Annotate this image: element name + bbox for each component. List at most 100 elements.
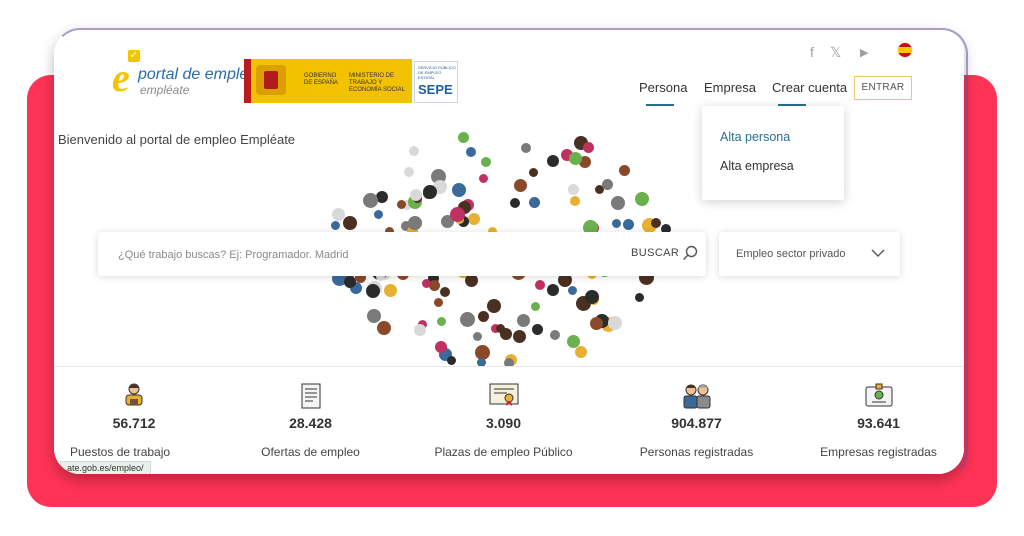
- crowd-person: [451, 183, 466, 198]
- crowd-person: [532, 323, 544, 335]
- x-twitter-icon[interactable]: 𝕏: [830, 44, 841, 61]
- sepe-name: SEPE: [418, 82, 453, 97]
- crowd-person: [480, 157, 491, 168]
- crowd-person: [546, 283, 559, 296]
- crowd-person: [514, 179, 528, 193]
- crowd-person: [549, 330, 560, 341]
- crowd-person: [365, 284, 380, 299]
- logo-letter: e: [112, 55, 130, 100]
- stat-label: Personas registradas: [639, 445, 754, 459]
- crowd-person: [651, 218, 662, 229]
- stat-value: 3.090: [485, 415, 522, 431]
- crowd-person: [495, 324, 505, 334]
- crowd-person: [619, 164, 631, 176]
- people-icon: [683, 384, 710, 409]
- stat-plazas[interactable]: 3.090 Plazas de empleo Público: [407, 367, 601, 474]
- logo-subtitle: empléate: [140, 83, 190, 97]
- crowd-person: [535, 280, 546, 291]
- crowd-person: [622, 218, 634, 230]
- crowd-person: [429, 279, 441, 291]
- crowd-person: [528, 196, 540, 208]
- check-icon: ✓: [128, 50, 140, 62]
- crowd-person: [567, 183, 579, 195]
- crowd-person: [331, 220, 341, 230]
- crowd-person: [512, 330, 526, 344]
- sepe-logo[interactable]: SERVICIO PÚBLICO DE EMPLEO ESTATAL SEPE: [414, 61, 458, 103]
- nav-crear-cuenta[interactable]: Crear cuenta: [772, 80, 847, 95]
- spain-flag-icon[interactable]: [897, 42, 913, 58]
- facebook-icon[interactable]: f: [810, 44, 814, 60]
- crowd-person: [568, 151, 582, 165]
- dropdown-alta-empresa[interactable]: Alta empresa: [720, 159, 794, 173]
- browser-window: ✓ e portal de empleo empléate GOBIERNO D…: [54, 28, 964, 474]
- crowd-person: [373, 209, 383, 219]
- gov-line1: GOBIERNO DE ESPAÑA: [304, 73, 338, 86]
- crowd-person: [409, 146, 420, 157]
- stat-puestos[interactable]: 56.712 Puestos de trabajo: [54, 367, 215, 474]
- crear-cuenta-dropdown: Alta persona Alta empresa: [702, 106, 844, 200]
- crowd-person: [520, 142, 531, 153]
- dropdown-alta-persona[interactable]: Alta persona: [720, 130, 790, 144]
- crowd-person: [362, 193, 378, 209]
- search-button[interactable]: BUSCAR: [631, 247, 679, 259]
- stat-personas[interactable]: 904.877 Personas registradas: [600, 367, 794, 474]
- nav-persona[interactable]: Persona: [639, 80, 687, 95]
- stats-bar: 56.712 Puestos de trabajo 28.428 Ofertas…: [54, 366, 964, 474]
- search-icon[interactable]: [682, 245, 698, 261]
- crowd-person: [404, 167, 415, 178]
- sepe-small-text: SERVICIO PÚBLICO DE EMPLEO ESTATAL: [418, 65, 456, 80]
- crowd-person: [478, 173, 488, 183]
- crowd-person: [436, 316, 446, 326]
- crowd-person: [383, 284, 397, 298]
- crowd-person: [408, 216, 423, 231]
- crowd-person: [574, 345, 587, 358]
- crowd-person: [422, 184, 437, 199]
- logo-title: portal de empleo: [138, 66, 258, 83]
- login-button[interactable]: ENTRAR: [854, 76, 912, 100]
- crowd-person: [585, 289, 600, 304]
- crowd-person: [331, 207, 345, 221]
- search-input[interactable]: [116, 245, 550, 265]
- crowd-person: [447, 356, 457, 366]
- sector-select-value: Empleo sector privado: [736, 248, 846, 260]
- crowd-person: [468, 213, 481, 226]
- crowd-person: [460, 311, 476, 327]
- stat-ofertas[interactable]: 28.428 Ofertas de empleo: [214, 367, 408, 474]
- crowd-person: [530, 301, 540, 311]
- search-bar: BUSCAR: [98, 232, 706, 276]
- gov-stripe: [244, 59, 251, 103]
- crowd-person: [472, 331, 482, 341]
- crowd-person: [583, 142, 595, 154]
- stat-value: 28.428: [289, 415, 332, 431]
- sector-select[interactable]: Empleo sector privado: [719, 232, 900, 276]
- status-url-tooltip: ate.gob.es/empleo/: [60, 461, 151, 474]
- chevron-down-icon: [871, 249, 885, 257]
- crowd-person: [465, 147, 476, 158]
- crowd-person: [457, 131, 469, 143]
- crowd-person: [376, 321, 391, 336]
- crowd-person: [612, 219, 621, 229]
- crowd-person: [608, 316, 623, 331]
- government-logo[interactable]: GOBIERNO DE ESPAÑA MINISTERIO DE TRABAJO…: [244, 59, 412, 103]
- stat-value: 904.877: [671, 415, 722, 431]
- stat-label: Ofertas de empleo: [261, 445, 360, 459]
- crowd-person: [477, 311, 489, 323]
- nav-empresa[interactable]: Empresa: [704, 80, 756, 95]
- coat-of-arms-icon: [256, 65, 286, 95]
- stat-empresas[interactable]: 93.641 Empresas registradas: [793, 367, 964, 474]
- crowd-person: [567, 285, 577, 295]
- crowd-person: [517, 314, 531, 328]
- crowd-person: [343, 215, 358, 230]
- worker-icon: [125, 383, 143, 406]
- crowd-person: [434, 297, 443, 307]
- gov-line2: MINISTERIO DE TRABAJO Y ECONOMÍA SOCIAL: [349, 73, 406, 93]
- crowd-person: [343, 275, 356, 288]
- youtube-icon[interactable]: ▶: [860, 46, 868, 59]
- nav-persona-underline: [646, 104, 674, 106]
- company-badge-icon: [865, 383, 892, 407]
- welcome-text: Bienvenido al portal de empleo Empléate: [58, 132, 296, 147]
- stat-label: Puestos de trabajo: [70, 445, 171, 459]
- crowd-person: [567, 334, 581, 348]
- stat-label: Empresas registradas: [820, 445, 937, 459]
- crowd-person: [635, 191, 650, 206]
